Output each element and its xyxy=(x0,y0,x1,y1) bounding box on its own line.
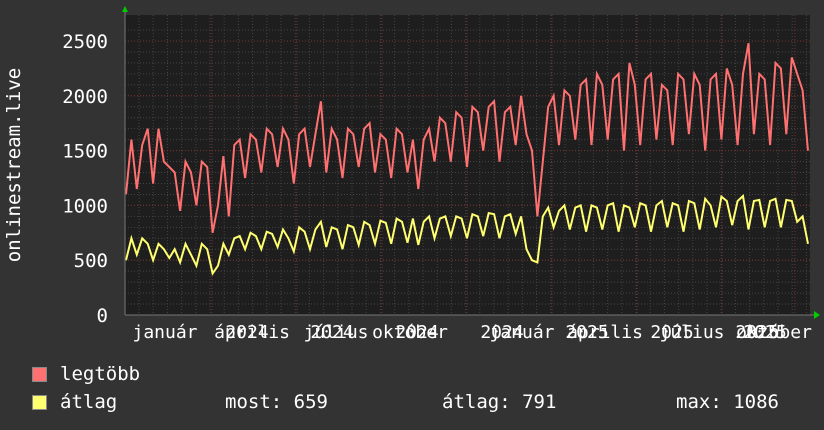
y-axis-label: onlinestream.live xyxy=(3,68,25,262)
y-tick-label: 500 xyxy=(74,250,108,272)
legend-label-max: legtöbb xyxy=(60,363,141,385)
y-tick-label: 2000 xyxy=(62,86,108,108)
stat-average: átlag: 791 xyxy=(442,391,557,413)
x-tick-month: július xyxy=(303,322,368,343)
x-tick-month: október xyxy=(372,322,448,343)
y-tick-label: 1000 xyxy=(62,195,108,217)
y-tick-label: 1500 xyxy=(62,141,108,163)
legend-label-avg: átlag xyxy=(60,391,118,413)
legend-swatch-max xyxy=(32,367,47,382)
legend-swatch-avg xyxy=(32,395,47,410)
x-tick-year: 2025 xyxy=(743,322,786,343)
x-tick-month: július xyxy=(659,322,724,343)
x-tick-month: január xyxy=(132,322,197,343)
x-axis-arrow-icon xyxy=(814,311,820,319)
x-tick-month: január xyxy=(489,322,554,343)
x-tick-month: április xyxy=(214,322,290,343)
stat-max: max: 1086 xyxy=(676,391,779,413)
y-tick-label: 2500 xyxy=(62,31,108,53)
y-axis-arrow-icon xyxy=(122,6,128,12)
x-tick-month: április xyxy=(567,322,643,343)
stat-now: most: 659 xyxy=(225,391,328,413)
y-tick-label: 0 xyxy=(97,305,108,327)
